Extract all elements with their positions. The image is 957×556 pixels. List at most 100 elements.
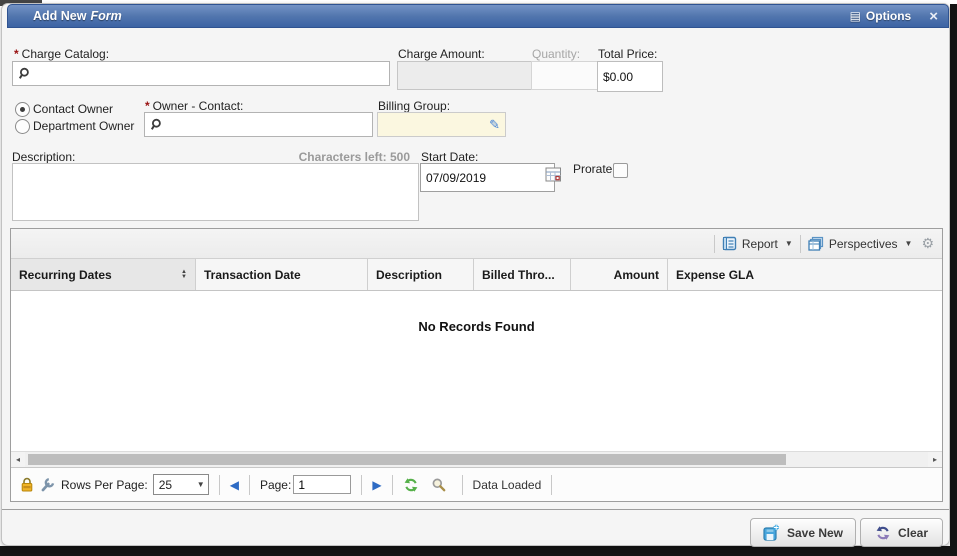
sort-icon[interactable]: ▲▼	[181, 270, 187, 280]
background-edge-right	[950, 4, 957, 556]
page-label: Page:	[260, 478, 291, 492]
dialog-title: Add New Form	[33, 9, 122, 23]
charge-amount-input	[397, 61, 532, 90]
grid-header-row: Recurring Dates ▲▼ Transaction Date Desc…	[11, 259, 942, 291]
options-label: Options	[866, 9, 911, 23]
dialog-title-name: Form	[90, 9, 121, 23]
save-new-button[interactable]: Save New	[750, 518, 856, 547]
grid-body: No Records Found	[11, 291, 942, 451]
clear-label: Clear	[898, 526, 928, 540]
options-button[interactable]: ▤ Options	[850, 9, 912, 23]
radio-department-owner-label[interactable]: Department Owner	[33, 119, 134, 133]
no-records-message: No Records Found	[11, 319, 942, 334]
column-header-transaction-date[interactable]: Transaction Date	[196, 259, 368, 290]
chevron-down-icon: ▼	[905, 239, 913, 248]
wrench-icon[interactable]	[40, 477, 55, 492]
horizontal-scrollbar[interactable]: ◂ ▸	[11, 451, 942, 467]
previous-page-icon[interactable]: ◀	[230, 479, 239, 491]
screen: Add New Form ▤ Options × *Charge Catalog:…	[0, 0, 957, 556]
calendar-icon[interactable]	[545, 166, 562, 188]
perspectives-icon	[808, 236, 824, 251]
dialog-title-prefix: Add New	[33, 9, 86, 23]
quantity-label: Quantity:	[532, 47, 580, 61]
refresh-icon[interactable]	[403, 477, 419, 493]
column-label: Billed Thro...	[482, 268, 555, 282]
footer-divider	[2, 509, 949, 510]
search-records-icon[interactable]	[431, 477, 446, 492]
scrollbar-track[interactable]	[25, 452, 928, 467]
total-price-input	[597, 61, 663, 92]
owner-contact-input[interactable]	[163, 116, 372, 134]
quantity-input	[531, 61, 599, 90]
billing-group-label: Billing Group:	[378, 99, 450, 113]
clear-button[interactable]: Clear	[860, 518, 943, 547]
required-marker: *	[14, 47, 19, 61]
column-header-recurring-dates[interactable]: Recurring Dates ▲▼	[11, 259, 196, 290]
save-icon	[763, 524, 780, 541]
prorate-label: Prorate:	[573, 162, 616, 176]
charge-catalog-field[interactable]	[12, 61, 390, 86]
search-icon	[150, 118, 163, 131]
column-label: Recurring Dates	[19, 268, 112, 282]
column-header-billed-through[interactable]: Billed Thro...	[474, 259, 571, 290]
column-label: Expense GLA	[676, 268, 754, 282]
report-label: Report	[742, 237, 778, 251]
owner-contact-field[interactable]	[144, 112, 373, 137]
toolbar-separator	[714, 235, 715, 253]
next-page-icon[interactable]: ▶	[372, 479, 381, 491]
required-marker: *	[145, 99, 150, 113]
search-icon	[18, 67, 31, 80]
report-icon	[722, 236, 737, 251]
radio-contact-owner-label[interactable]: Contact Owner	[33, 102, 113, 116]
rows-per-page-value: 25	[159, 478, 195, 492]
perspectives-button[interactable]: Perspectives ▼	[808, 236, 913, 251]
pager-separator	[392, 475, 393, 495]
description-label: Description:	[12, 150, 75, 164]
radio-contact-owner[interactable]	[15, 102, 30, 117]
start-date-label: Start Date:	[421, 150, 478, 164]
column-header-expense-gla[interactable]: Expense GLA	[668, 259, 942, 290]
scrollbar-thumb[interactable]	[28, 454, 786, 465]
clear-icon	[875, 525, 891, 541]
pager-separator	[361, 475, 362, 495]
save-new-label: Save New	[787, 526, 843, 540]
radio-department-owner[interactable]	[15, 119, 30, 134]
perspectives-label: Perspectives	[829, 237, 898, 251]
gear-icon[interactable]: ⚙	[921, 235, 934, 252]
column-label: Amount	[614, 268, 659, 282]
rows-per-page-select[interactable]: 25 ▼	[153, 474, 209, 495]
dialog-titlebar: Add New Form ▤ Options ×	[7, 4, 949, 28]
description-textarea[interactable]	[12, 163, 419, 221]
grid-status-text: Data Loaded	[473, 478, 542, 492]
scroll-left-icon[interactable]: ◂	[11, 452, 25, 467]
charge-catalog-label: *Charge Catalog:	[14, 47, 109, 61]
scroll-right-icon[interactable]: ▸	[928, 452, 942, 467]
edit-pencil-icon[interactable]: ✎	[489, 118, 500, 131]
background-edge-bottom	[0, 546, 957, 556]
pager-separator	[219, 475, 220, 495]
start-date-input[interactable]	[420, 163, 555, 192]
total-price-label: Total Price:	[598, 47, 657, 61]
rows-per-page-label: Rows Per Page:	[61, 478, 148, 492]
pagination-bar: Rows Per Page: 25 ▼ ◀ Page: ▶ Data Loade…	[11, 467, 942, 501]
charge-amount-label: Charge Amount:	[398, 47, 485, 61]
chevron-down-icon: ▼	[785, 239, 793, 248]
column-header-amount[interactable]: Amount	[571, 259, 668, 290]
chevron-down-icon: ▼	[197, 480, 205, 489]
column-label: Transaction Date	[204, 268, 301, 282]
pager-separator	[462, 475, 463, 495]
grid-toolbar: Report ▼ Perspectives ▼ ⚙	[11, 229, 942, 259]
billing-group-field[interactable]: ✎	[377, 112, 506, 137]
lock-icon[interactable]	[20, 477, 34, 492]
report-button[interactable]: Report ▼	[722, 236, 793, 251]
toolbar-separator	[800, 235, 801, 253]
prorate-checkbox[interactable]	[613, 163, 628, 178]
page-number-input[interactable]	[293, 475, 351, 494]
billing-group-input	[378, 116, 489, 134]
charge-catalog-input[interactable]	[31, 65, 389, 83]
pager-separator	[249, 475, 250, 495]
column-label: Description	[376, 268, 442, 282]
column-header-description[interactable]: Description	[368, 259, 474, 290]
close-icon[interactable]: ×	[929, 9, 938, 24]
owner-contact-label: *Owner - Contact:	[145, 99, 243, 113]
